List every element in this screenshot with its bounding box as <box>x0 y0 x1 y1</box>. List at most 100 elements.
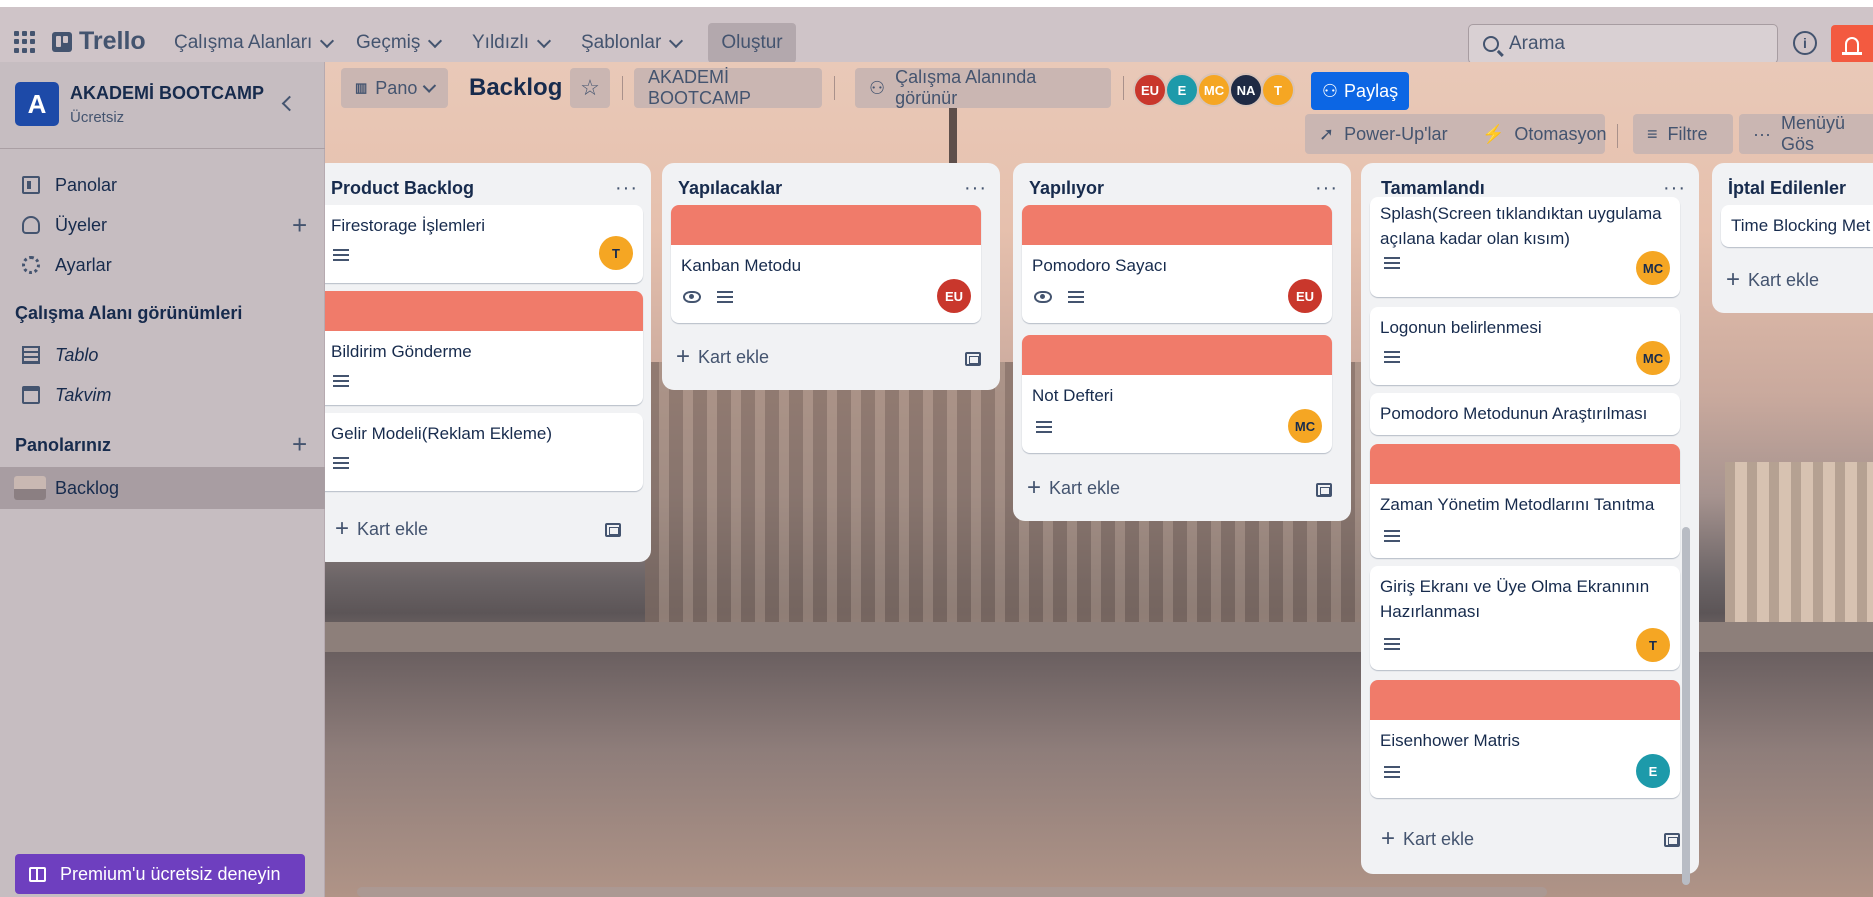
card[interactable]: Zaman Yönetim Metodlarını Tanıtma <box>1370 444 1680 558</box>
filter-button[interactable]: ≡ Filtre <box>1633 114 1733 154</box>
template-icon[interactable] <box>965 352 981 366</box>
premium-trial-button[interactable]: Premium'u ücretsiz deneyin <box>15 854 305 894</box>
add-member-icon[interactable]: + <box>292 212 307 238</box>
add-card-button[interactable]: + Kart ekle <box>1381 827 1474 851</box>
card[interactable]: Not Defteri MC <box>1022 335 1332 453</box>
create-button[interactable]: Oluştur <box>708 23 796 63</box>
search-input[interactable]: Arama <box>1468 24 1778 64</box>
avatar[interactable]: MC <box>1197 73 1231 107</box>
list-title[interactable]: Yapılacaklar <box>678 178 782 199</box>
template-icon[interactable] <box>1664 833 1680 847</box>
sidebar-board-backlog[interactable]: Backlog <box>0 467 325 509</box>
avatar[interactable]: EU <box>1133 73 1167 107</box>
list-menu-icon[interactable]: ··· <box>615 177 638 200</box>
avatar[interactable]: E <box>1165 73 1199 107</box>
workspace-name[interactable]: AKADEMİ BOOTCAMP <box>70 83 264 104</box>
card[interactable]: Logonun belirlenmesi MC <box>1370 307 1680 385</box>
avatar[interactable]: NA <box>1229 73 1263 107</box>
add-card-button[interactable]: + Kart ekle <box>1726 268 1819 292</box>
avatar[interactable]: MC <box>1288 409 1322 443</box>
nav-starred[interactable]: Yıldızlı <box>472 27 552 59</box>
avatar[interactable]: MC <box>1636 251 1670 285</box>
add-card-button[interactable]: + Kart ekle <box>335 517 428 541</box>
card[interactable]: Gelir Modeli(Reklam Ekleme) <box>325 413 643 491</box>
template-icon[interactable] <box>605 523 621 537</box>
sidebar-item-members[interactable]: Üyeler + <box>0 205 325 245</box>
card[interactable]: Eisenhower Matris E <box>1370 680 1680 798</box>
avatar[interactable]: T <box>1261 73 1295 107</box>
bell-icon <box>1842 36 1862 55</box>
automation-button[interactable]: ⚡ Otomasyon <box>1468 114 1606 154</box>
avatar[interactable]: T <box>1636 628 1670 662</box>
powerups-button[interactable]: ➚ Power-Up'lar <box>1305 114 1474 154</box>
list-menu-icon[interactable]: ··· <box>1315 177 1338 200</box>
list-title[interactable]: İptal Edilenler <box>1728 178 1846 199</box>
description-icon <box>1384 257 1400 269</box>
card[interactable]: Pomodoro Metodunun Araştırılması <box>1370 393 1680 435</box>
card[interactable]: Giriş Ekranı ve Üye Olma Ekranının Hazır… <box>1370 566 1680 670</box>
sidebar-item-settings[interactable]: Ayarlar <box>0 245 325 285</box>
star-icon[interactable]: ☆ <box>570 68 610 108</box>
card[interactable]: Firestorage İşlemleri T <box>325 205 643 283</box>
add-board-icon[interactable]: + <box>292 429 307 460</box>
info-icon[interactable]: i <box>1793 31 1817 55</box>
calendar-icon <box>22 386 40 404</box>
description-icon <box>1068 291 1084 303</box>
description-icon <box>1384 351 1400 363</box>
board-horizontal-scrollbar[interactable] <box>357 887 1547 897</box>
add-card-button[interactable]: + Kart ekle <box>676 345 769 369</box>
share-button[interactable]: ⚇ Paylaş <box>1311 72 1409 110</box>
card-title: Splash(Screen tıklandıktan uygulama açıl… <box>1380 204 1662 248</box>
board-icon <box>22 176 40 194</box>
nav-recent[interactable]: Geçmiş <box>356 27 443 59</box>
card-title: Time Blocking Met <box>1731 216 1871 235</box>
list-title[interactable]: Tamamlandı <box>1381 178 1485 199</box>
board-thumbnail <box>14 476 46 500</box>
gift-icon <box>29 866 46 882</box>
collapse-sidebar-icon[interactable] <box>281 95 298 112</box>
template-icon[interactable] <box>1316 483 1332 497</box>
card-title: Kanban Metodu <box>681 256 802 275</box>
filter-icon: ≡ <box>1647 123 1658 144</box>
card-title: Firestorage İşlemleri <box>331 216 485 235</box>
board-title[interactable]: Backlog <box>469 74 562 102</box>
sidebar: A AKADEMİ BOOTCAMP Ücretsiz Panolar Üyel… <box>0 62 325 897</box>
avatar[interactable]: EU <box>1288 279 1322 313</box>
trello-logo-icon <box>52 31 72 52</box>
add-card-button[interactable]: + Kart ekle <box>1027 476 1120 500</box>
avatar[interactable]: E <box>1636 754 1670 788</box>
board-canvas: ▥ Pano Backlog ☆ AKADEMİ BOOTCAMP ⚇ Çalı… <box>325 62 1873 897</box>
user-icon <box>22 216 40 234</box>
card[interactable]: Kanban Metodu EU <box>671 205 981 323</box>
show-menu-button[interactable]: ··· Menüyü Gös <box>1739 113 1873 154</box>
card-title: Giriş Ekranı ve Üye Olma Ekranının Hazır… <box>1380 577 1650 621</box>
list-cancelled: İptal Edilenler Time Blocking Met + Kart … <box>1712 163 1873 313</box>
list-title[interactable]: Yapılıyor <box>1029 178 1104 199</box>
workspace-chip[interactable]: AKADEMİ BOOTCAMP <box>634 67 822 108</box>
card[interactable]: Splash(Screen tıklandıktan uygulama açıl… <box>1370 197 1680 297</box>
sidebar-item-table[interactable]: Tablo <box>0 335 325 375</box>
board-view-switcher[interactable]: ▥ Pano <box>341 68 448 108</box>
avatar[interactable]: MC <box>1636 341 1670 375</box>
notifications-button[interactable] <box>1831 25 1873 63</box>
nav-templates[interactable]: Şablonlar <box>581 27 684 59</box>
list-scrollbar[interactable] <box>1682 527 1690 885</box>
avatar[interactable]: EU <box>937 279 971 313</box>
description-icon <box>333 457 349 469</box>
card[interactable]: Time Blocking Met <box>1721 205 1873 247</box>
card[interactable]: Pomodoro Sayacı EU <box>1022 205 1332 323</box>
nav-workspaces[interactable]: Çalışma Alanları <box>174 27 335 59</box>
boards-heading: Panolarınız + <box>15 429 308 459</box>
card[interactable]: Bildirim Gönderme <box>325 291 643 405</box>
list-menu-icon[interactable]: ··· <box>964 177 987 200</box>
card-title: Gelir Modeli(Reklam Ekleme) <box>331 424 553 443</box>
trello-logo[interactable]: Trello <box>52 27 146 56</box>
sidebar-item-boards[interactable]: Panolar <box>0 165 325 205</box>
description-icon <box>1384 530 1400 542</box>
sidebar-item-calendar[interactable]: Takvim <box>0 375 325 415</box>
app-switcher-icon[interactable] <box>14 31 36 53</box>
rocket-icon: ➚ <box>1319 123 1335 144</box>
list-title[interactable]: Product Backlog <box>331 178 474 199</box>
avatar[interactable]: T <box>599 236 633 270</box>
visibility-button[interactable]: ⚇ Çalışma Alanında görünür <box>855 67 1111 108</box>
